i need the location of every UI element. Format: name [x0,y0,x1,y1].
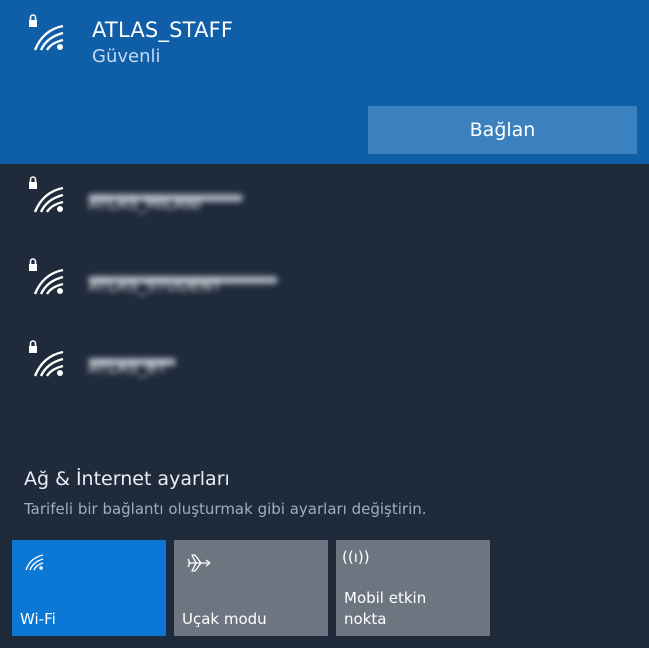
secured-wifi-icon [27,340,75,384]
network-settings-link[interactable]: Ağ & İnternet ayarları [24,468,230,490]
secured-wifi-icon [27,14,75,58]
wifi-tile-label: Wi-Fi [20,610,56,628]
network-name: ATLAS_STAFF [92,18,234,42]
mobile-hotspot-tile-label: Mobil etkin nokta [344,589,427,628]
connect-button[interactable]: Bağlan [368,106,637,154]
secured-wifi-icon [27,176,75,220]
secured-wifi-icon [27,258,75,302]
hotspot-icon: ((ı)) [342,548,370,566]
selected-network-item[interactable]: ATLAS_STAFF Güvenli Bağlan [0,0,649,164]
wifi-icon [24,552,46,576]
network-item[interactable]: ATLAS_BT [0,330,649,410]
network-security-status: Güvenli [92,46,161,67]
network-flyout: ATLAS_STAFF Güvenli Bağlan ATLAS_MILANI [0,0,649,648]
network-item[interactable]: ATLAS_STUDENT [0,248,649,328]
network-item[interactable]: ATLAS_MILANI [0,166,649,246]
airplane-mode-tile-label: Uçak modu [182,610,267,628]
network-name-blurred: ATLAS_STUDENT [88,276,278,295]
airplane-mode-tile[interactable]: Uçak modu [174,540,328,636]
mobile-hotspot-tile[interactable]: ((ı)) Mobil etkin nokta [336,540,490,636]
network-name-blurred: ATLAS_MILANI [88,194,243,213]
network-settings-description: Tarifeli bir bağlantı oluşturmak gibi ay… [24,500,427,518]
network-name-blurred: ATLAS_BT [88,358,176,377]
wifi-toggle-tile[interactable]: Wi-Fi [12,540,166,636]
airplane-icon [186,552,212,578]
